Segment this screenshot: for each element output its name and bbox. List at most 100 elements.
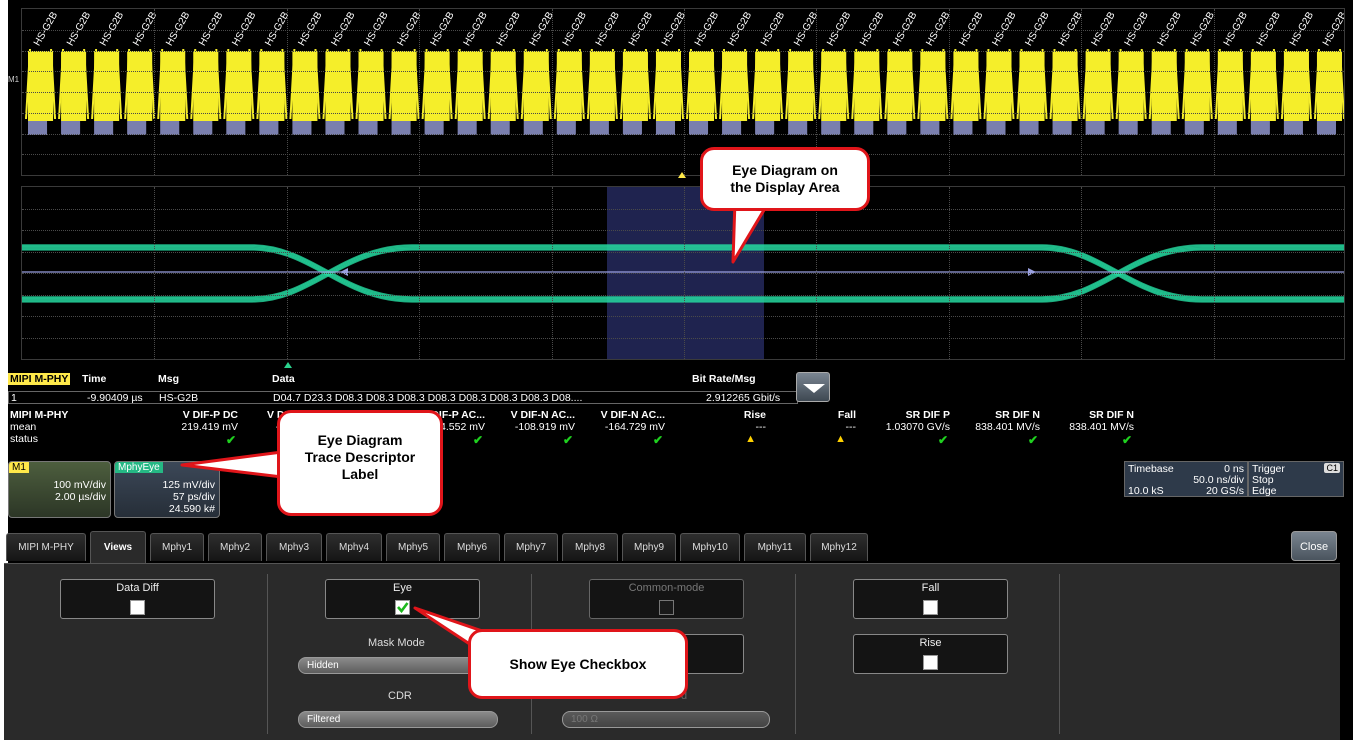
packet-burst: HS-G2B [719,10,754,135]
grid-line [22,154,1344,156]
grid-line [22,251,1344,253]
grid-line [22,112,1344,114]
tab-mphy3[interactable]: Mphy3 [266,533,322,561]
rise-checkbox[interactable] [922,655,938,670]
packet-burst: HS-G2B [454,10,490,135]
packet-burst: HS-G2B [586,10,622,135]
protocol-label: MIPI M-PHY [8,373,71,385]
packet-burst: HS-G2B [785,10,820,135]
eye-marker-right-icon [1028,268,1036,276]
grid-line [22,230,1344,231]
common-mode-label: Common-mode [628,582,705,594]
disabled-dropdown[interactable]: 100 Ω [562,711,770,728]
disabled-dropdown-value: 100 Ω [571,714,598,725]
m1-tdiv: 2.00 µs/div [55,491,106,503]
m1-marker: M1 [8,75,20,84]
meas-column[interactable]: SR DIF N 838.401 MV/s ✔ [1034,409,1134,457]
fall-checkbox[interactable] [922,600,938,615]
decode-row-index: 1 [11,392,17,404]
mask-mode-value: Hidden [307,660,339,671]
meas-row-mean: mean [10,421,37,433]
common-mode-checkbox[interactable] [658,600,674,615]
tab-mphy10[interactable]: Mphy10 [680,533,740,561]
tab-mphy4[interactable]: Mphy4 [326,533,382,561]
meas-mean: 838.401 MV/s [975,421,1040,433]
cdr-dropdown[interactable]: Filtered [298,711,498,728]
tab-mphy11[interactable]: Mphy11 [744,533,806,561]
eye-trace-descriptor[interactable]: MphyEye 125 mV/div 57 ps/div 24.590 k# [114,461,220,518]
data-diff-checkbox[interactable] [129,600,145,615]
packet-burst: HS-G2B [851,10,887,135]
fall-toggle[interactable]: Fall [853,579,1008,619]
tab-mphy7[interactable]: Mphy7 [504,533,558,561]
tab-mphy12[interactable]: Mphy12 [810,533,868,561]
packet-burst: HS-G2B [1181,10,1217,135]
trigger-position-icon [678,172,686,178]
eye-diagram-grid [21,186,1345,360]
tab-mphy1[interactable]: Mphy1 [150,533,204,561]
bitrate-header: Bit Rate/Msg [692,373,756,385]
grid-line [22,208,1344,210]
expand-table-button[interactable] [796,372,830,402]
packet-burst: HS-G2B [619,10,655,135]
grid-line [22,50,1344,52]
packet-burst: HS-G2B [1148,10,1184,135]
eye-toggle[interactable]: Eye [325,579,480,619]
meas-mean: -164.729 mV [604,421,665,433]
eye-checkbox[interactable] [394,600,410,615]
tab-mphy2[interactable]: Mphy2 [208,533,262,561]
tab-views[interactable]: Views [90,531,146,563]
callout-line: Eye Diagram on [732,162,838,178]
meas-column[interactable]: V DIF-N AC... -108.919 mV ✔ [475,409,575,457]
packet-burst: HS-G2B [190,10,226,135]
packet-burst: HS-G2B [950,10,986,135]
grid-line [22,92,1344,93]
timebase-descriptor[interactable]: Timebase 0 ns 50.0 ns/div 10.0 kS 20 GS/… [1124,461,1248,497]
eye-display-callout: Eye Diagram on the Display Area [700,147,870,211]
callout-line: Show Eye Checkbox [509,656,647,672]
meas-column[interactable]: SR DIF P 1.03070 GV/s ✔ [850,409,950,457]
packet-burst: HS-G2B [1247,10,1283,135]
eye-count: 24.590 k# [168,503,215,515]
eye-vdiv: 125 mV/div [162,479,215,491]
measurement-table[interactable]: MIPI M-PHY mean status V DIF-P DC 219.419… [8,409,1248,459]
grid-line [22,273,1344,274]
meas-column[interactable]: Fall --- ▲ [756,409,856,457]
callout-line: the Display Area [730,179,840,195]
rise-toggle[interactable]: Rise [853,634,1008,674]
packet-burst: HS-G2B [884,10,920,135]
timebase-label: Timebase [1128,463,1174,475]
meas-column[interactable]: Rise --- ▲ [666,409,766,457]
warning-icon: ▲ [745,433,756,445]
meas-name: V DIF-N AC... [600,409,665,421]
fall-label: Fall [921,582,940,594]
tab-mphy8[interactable]: Mphy8 [562,533,618,561]
decode-row-bitrate: 2.912265 Gbit/s [706,392,781,404]
decode-row[interactable]: 1 -9.90409 µs HS-G2B D04.7 D23.3 D08.3 D… [8,391,798,404]
dialog-tabs: MIPI M-PHY Views Mphy1 Mphy2 Mphy3 Mphy4 Mphy5… [4,531,1340,563]
callout-line: Label [341,466,379,482]
packet-burst: HS-G2B [1016,10,1052,135]
tab-mphy6[interactable]: Mphy6 [444,533,500,561]
packet-burst: HS-G2B [91,10,126,135]
waveform-grid: HS-G2B HS-G2B HS-G2B HS-G2B HS-G2B HS-G2B HS-G… [21,8,1345,176]
packet-burst: HS-G2B [752,10,787,135]
m1-descriptor-label: M1 [9,462,29,473]
tab-mphy5[interactable]: Mphy5 [386,533,440,561]
close-button[interactable]: Close [1291,531,1337,561]
grid-line [22,71,1344,73]
data-diff-toggle[interactable]: Data Diff [60,579,215,619]
tab-mipi-m-phy[interactable]: MIPI M-PHY [6,533,86,561]
tab-mphy9[interactable]: Mphy9 [622,533,676,561]
m1-trace-descriptor[interactable]: M1 100 mV/div 2.00 µs/div [8,461,111,518]
meas-column[interactable]: SR DIF N 838.401 MV/s ✔ [940,409,1040,457]
eye-marker-icon [284,362,292,368]
callout-line: Eye Diagram [317,432,403,448]
common-mode-toggle[interactable]: Common-mode [589,579,744,619]
grid-line [22,133,1344,135]
grid-line [22,316,1344,317]
trigger-descriptor[interactable]: Trigger C1 Stop Edge [1248,461,1344,497]
meas-column[interactable]: V DIF-N AC... -164.729 mV ✔ [565,409,665,457]
decode-table[interactable]: MIPI M-PHY Time Msg Data Bit Rate/Msg 1 … [8,371,808,406]
packet-burst: HS-G2B [686,10,721,135]
